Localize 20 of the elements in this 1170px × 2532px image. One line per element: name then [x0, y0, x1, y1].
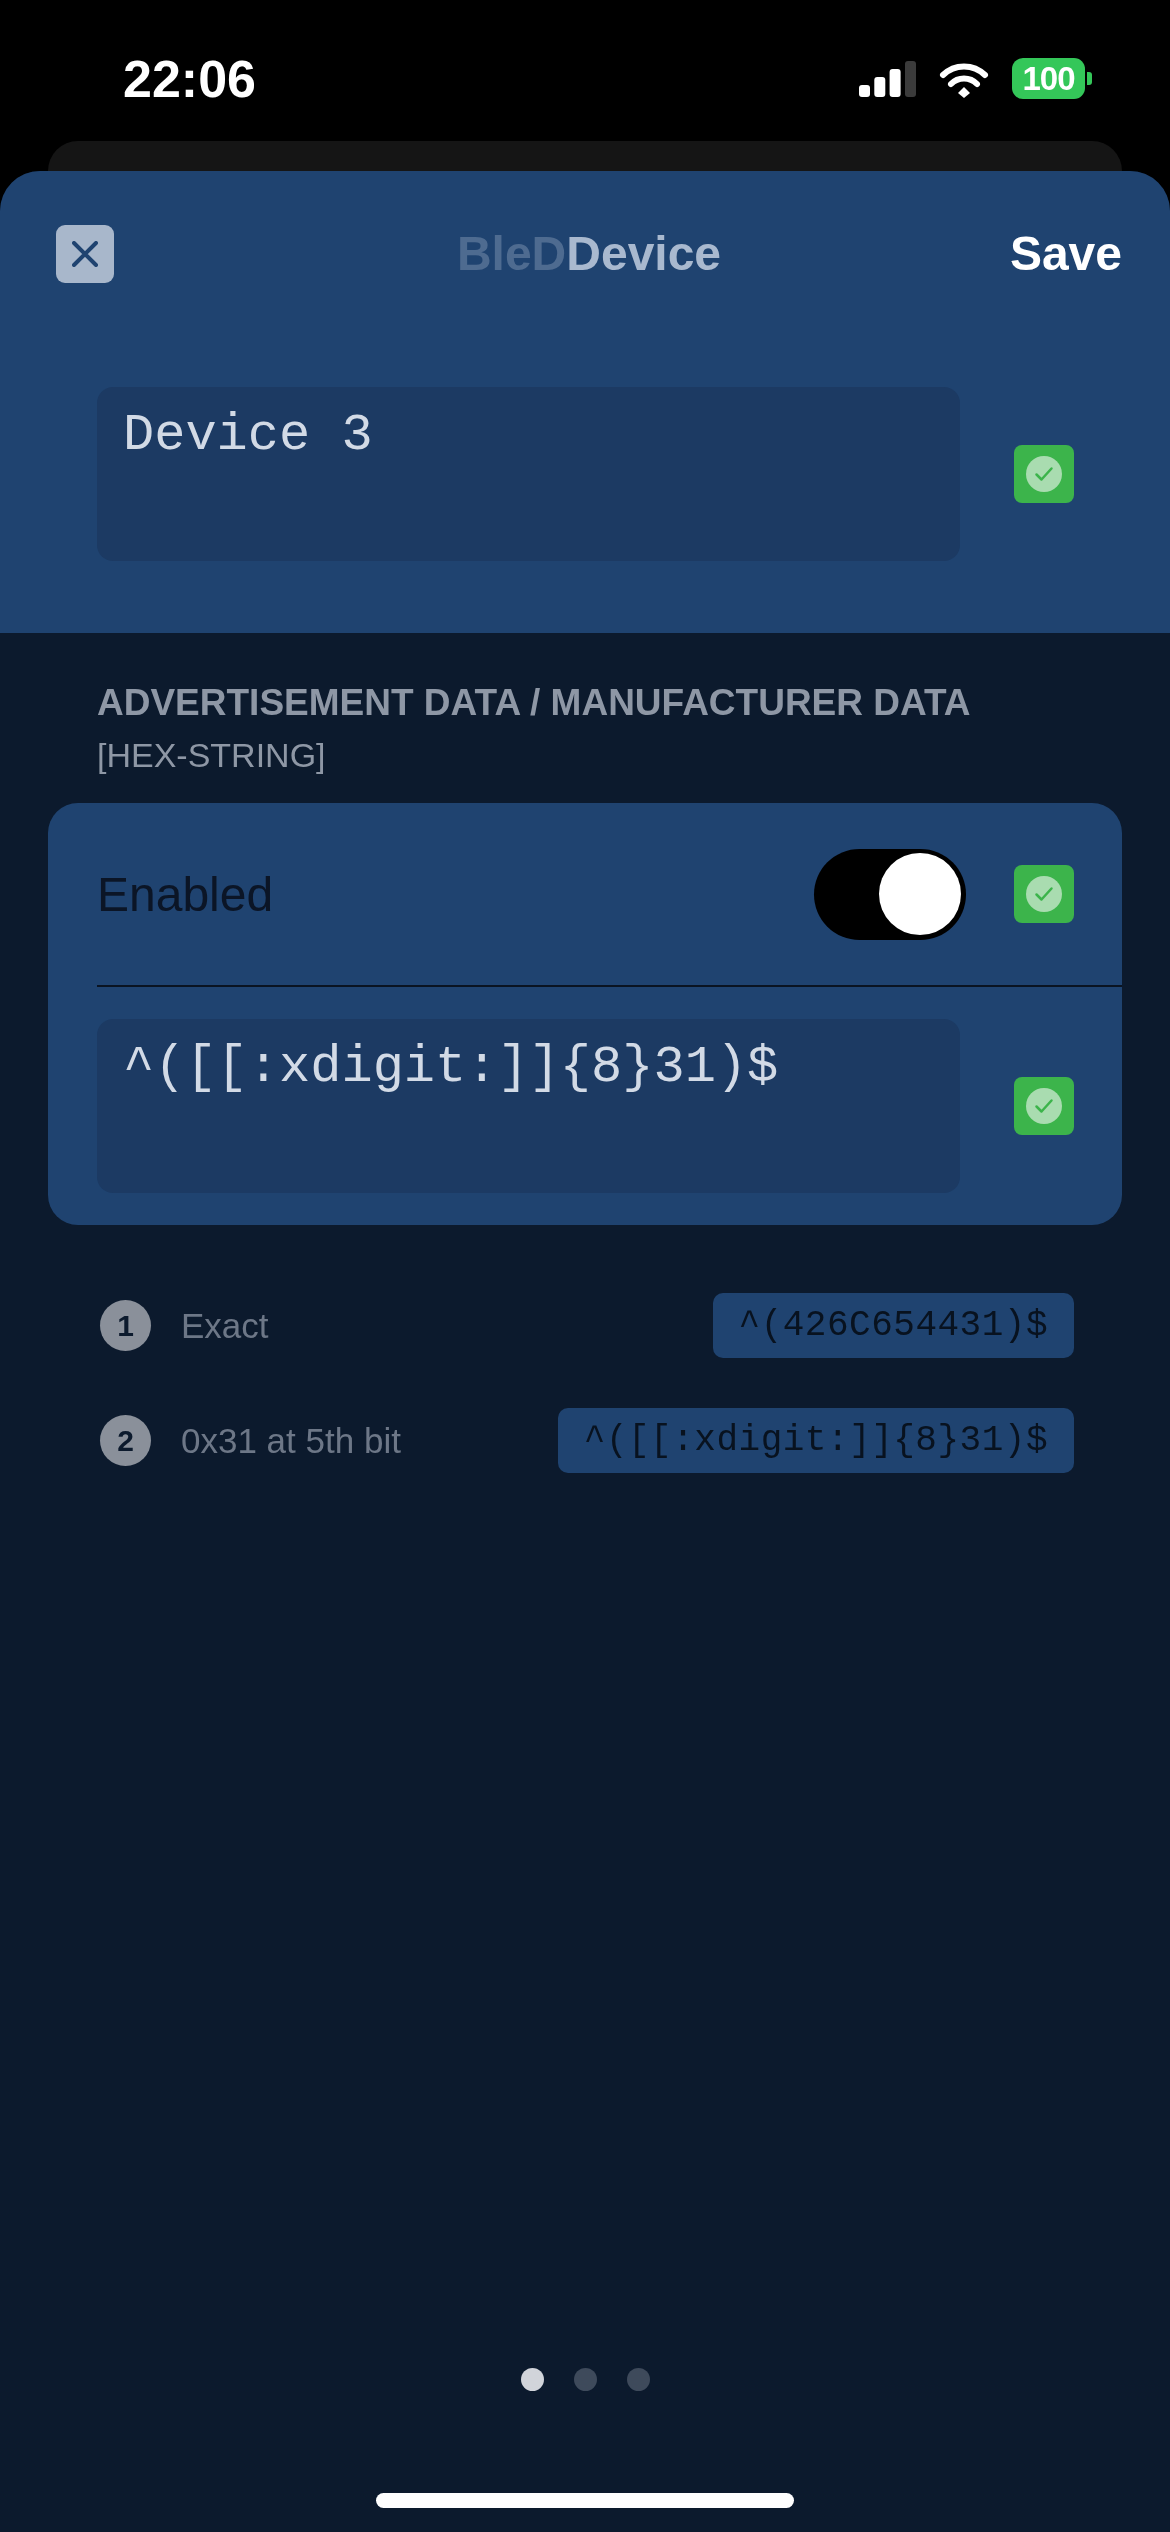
pattern-field[interactable]: ^([[:xdigit:]]{8}31)$ — [97, 1019, 960, 1193]
example-label: 0x31 at 5th bit — [181, 1420, 402, 1461]
page-dot[interactable] — [626, 2368, 650, 2391]
section-title: ADVERTISEMENT DATA / MANUFACTURER DATA — [97, 681, 972, 725]
enabled-label: Enabled — [97, 866, 275, 922]
section-subtitle: [HEX-STRING] — [97, 735, 327, 776]
page-dot[interactable] — [520, 2368, 544, 2391]
close-icon — [72, 241, 98, 267]
save-button[interactable]: Save — [1009, 225, 1122, 283]
signal-icon — [859, 60, 916, 97]
example-label: Exact — [181, 1305, 270, 1346]
status-time: 22:06 — [123, 48, 257, 109]
pattern-chip: ^(426C654431)$ — [712, 1293, 1074, 1358]
close-button[interactable] — [56, 225, 114, 283]
step-number: 1 — [100, 1300, 151, 1351]
step-number: 2 — [100, 1415, 151, 1466]
name-field[interactable]: Device 3 — [97, 387, 960, 561]
battery-indicator: 100 — [1012, 58, 1092, 99]
pattern-chip: ^([[:xdigit:]]{8}31)$ — [557, 1408, 1074, 1473]
page-dot[interactable] — [573, 2368, 597, 2391]
